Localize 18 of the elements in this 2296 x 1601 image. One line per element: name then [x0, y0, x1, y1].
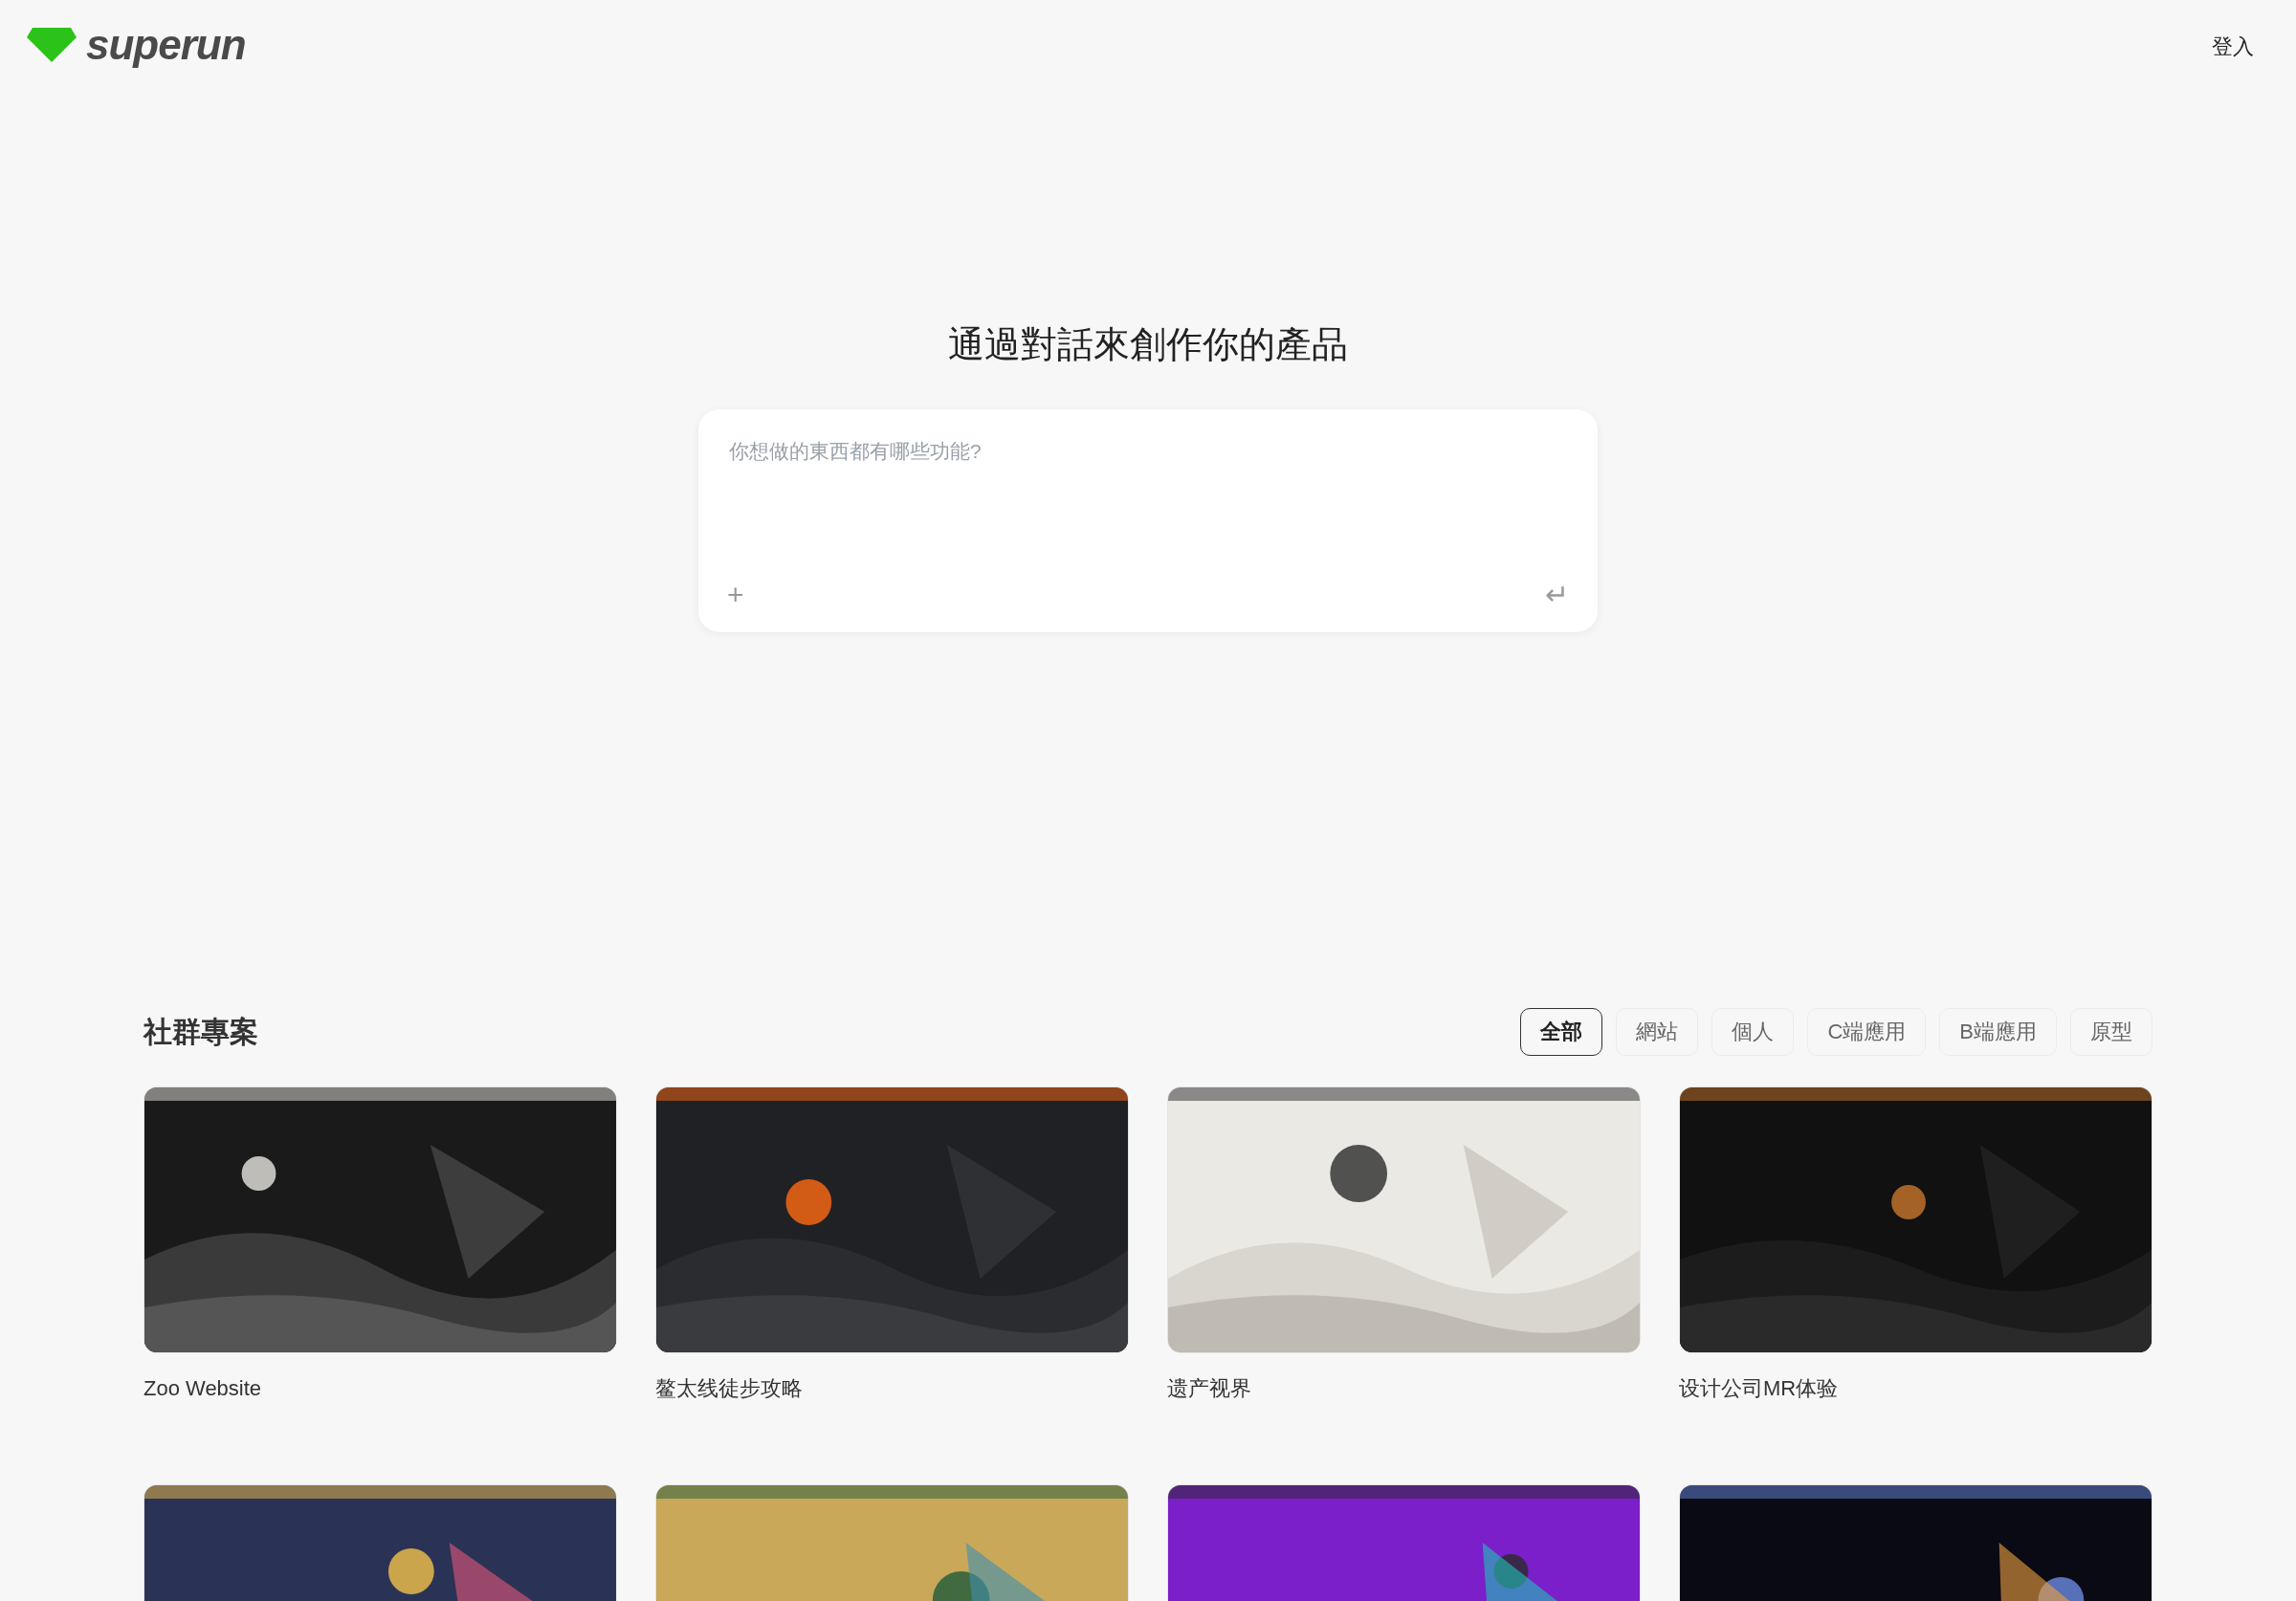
project-name[interactable]: 设计公司MR体验: [1679, 1374, 2152, 1403]
gem-logo-icon: [27, 28, 77, 62]
filter-tab[interactable]: 網站: [1616, 1008, 1699, 1056]
project-name[interactable]: 遗产视界: [1167, 1374, 1641, 1403]
filter-tab[interactable]: C端應用: [1807, 1008, 1927, 1056]
login-link[interactable]: 登入: [2212, 33, 2254, 61]
brand-logo[interactable]: superun: [86, 21, 246, 69]
section-title: 社群專案: [144, 1014, 258, 1049]
filter-tab[interactable]: 個人: [1711, 1008, 1795, 1056]
attach-button[interactable]: +: [727, 581, 744, 609]
filter-tab[interactable]: B端應用: [1939, 1008, 2057, 1056]
project-name[interactable]: 鳌太线徒步攻略: [655, 1374, 1129, 1403]
hero-title: 通過對話來創作你的產品: [948, 323, 1348, 366]
submit-button[interactable]: ↵: [1545, 581, 1569, 609]
filter-tab[interactable]: 原型: [2070, 1008, 2152, 1056]
project-name[interactable]: Zoo Website: [144, 1374, 617, 1403]
filter-tab[interactable]: 全部: [1520, 1008, 1603, 1056]
prompt-field[interactable]: 你想做的東西都有哪些功能? + ↵: [698, 409, 1598, 632]
